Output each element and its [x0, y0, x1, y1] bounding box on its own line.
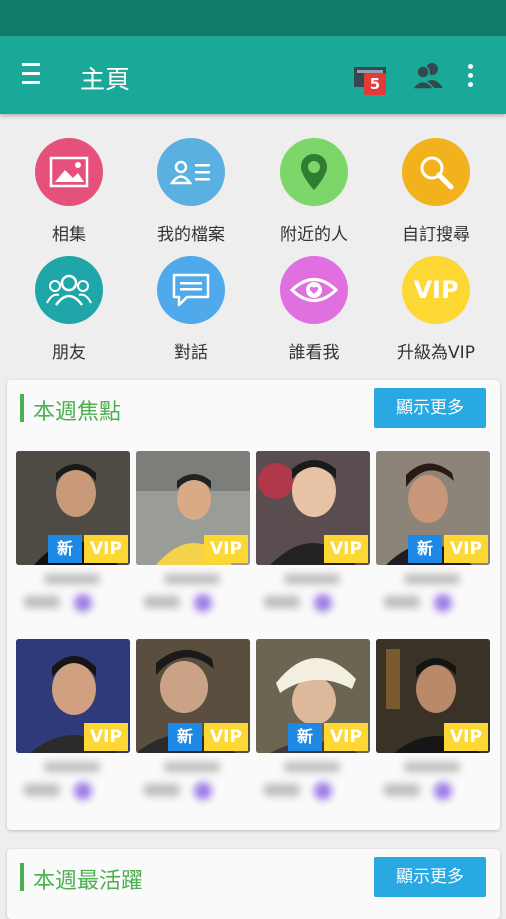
grid-item-label: 相集 [52, 225, 86, 245]
people-icon[interactable] [410, 60, 446, 90]
user-thumbnail[interactable]: VIP [16, 639, 130, 753]
section-header: 本週焦點 顯示更多 [7, 380, 500, 434]
grid-item-who-viewed-me[interactable]: 誰看我 [254, 256, 374, 363]
gallery-icon [35, 138, 103, 206]
eye-icon [280, 256, 348, 324]
user-info-blurred [16, 568, 130, 618]
messages-icon[interactable]: 5 [352, 61, 388, 95]
grid-item-label: 升級為VIP [397, 343, 475, 363]
user-info-blurred [136, 568, 250, 618]
show-more-button[interactable]: 顯示更多 [374, 857, 486, 897]
status-bar [0, 0, 506, 36]
user-info-blurred [16, 756, 130, 806]
grid-item-friends[interactable]: 朋友 [9, 256, 129, 363]
user-thumbnail[interactable]: 新 VIP [136, 639, 250, 753]
show-more-button[interactable]: 顯示更多 [374, 388, 486, 428]
grid-item-gallery[interactable]: 相集 [9, 138, 129, 245]
user-info-blurred [136, 756, 250, 806]
grid-item-custom-search[interactable]: 自訂搜尋 [376, 138, 496, 245]
user-thumbnail[interactable]: VIP [136, 451, 250, 565]
user-thumbnail[interactable]: VIP [376, 639, 490, 753]
vip-tag: VIP [324, 723, 368, 751]
user-thumbnail[interactable]: 新 VIP [256, 639, 370, 753]
grid-item-label: 自訂搜尋 [402, 225, 470, 245]
vip-tag: VIP [84, 535, 128, 563]
section-title: 本週最活躍 [33, 869, 144, 894]
user-info-blurred [256, 568, 370, 618]
grid-item-nearby[interactable]: 附近的人 [254, 138, 374, 245]
section-header: 本週最活躍 顯示更多 [7, 849, 500, 903]
weekly-most-active-card: 本週最活躍 顯示更多 [7, 849, 500, 919]
new-tag: 新 [48, 535, 82, 563]
grid-item-label: 附近的人 [280, 225, 348, 245]
user-thumbnail[interactable]: 新 VIP [16, 451, 130, 565]
chat-icon [157, 256, 225, 324]
grid-item-label: 我的檔案 [157, 225, 225, 245]
grid-item-my-profile[interactable]: 我的檔案 [131, 138, 251, 245]
section-accent-bar [20, 863, 24, 891]
vip-tag: VIP [84, 723, 128, 751]
grid-item-label: 朋友 [52, 343, 86, 363]
section-title: 本週焦點 [33, 400, 122, 425]
new-tag: 新 [408, 535, 442, 563]
vip-badge-icon: VIP [402, 256, 470, 324]
user-info-blurred [376, 756, 490, 806]
user-thumbnail[interactable]: 新 VIP [376, 451, 490, 565]
friends-icon [35, 256, 103, 324]
more-vert-icon[interactable] [468, 64, 476, 88]
profile-card-icon [157, 138, 225, 206]
vip-tag: VIP [204, 723, 248, 751]
message-count-badge: 5 [364, 73, 386, 95]
user-info-blurred [376, 568, 490, 618]
page-title: 主頁 [80, 65, 131, 94]
weekly-highlights-card: 本週焦點 顯示更多 新 VIP VIP VIP 新 VIP VIP 新 VIP … [7, 380, 500, 830]
hamburger-menu-icon[interactable] [22, 63, 40, 85]
vip-tag: VIP [324, 535, 368, 563]
grid-item-label: 對話 [174, 343, 208, 363]
magnifier-icon [402, 138, 470, 206]
grid-item-label: 誰看我 [288, 343, 340, 363]
app-bar: 主頁 5 [0, 36, 506, 114]
vip-tag: VIP [444, 723, 488, 751]
new-tag: 新 [168, 723, 202, 751]
vip-tag: VIP [204, 535, 248, 563]
location-pin-icon [280, 138, 348, 206]
vip-tag: VIP [444, 535, 488, 563]
user-info-blurred [256, 756, 370, 806]
grid-item-conversations[interactable]: 對話 [131, 256, 251, 363]
section-accent-bar [20, 394, 24, 422]
grid-item-upgrade-vip[interactable]: VIP 升級為VIP [376, 256, 496, 363]
user-thumbnail[interactable]: VIP [256, 451, 370, 565]
new-tag: 新 [288, 723, 322, 751]
